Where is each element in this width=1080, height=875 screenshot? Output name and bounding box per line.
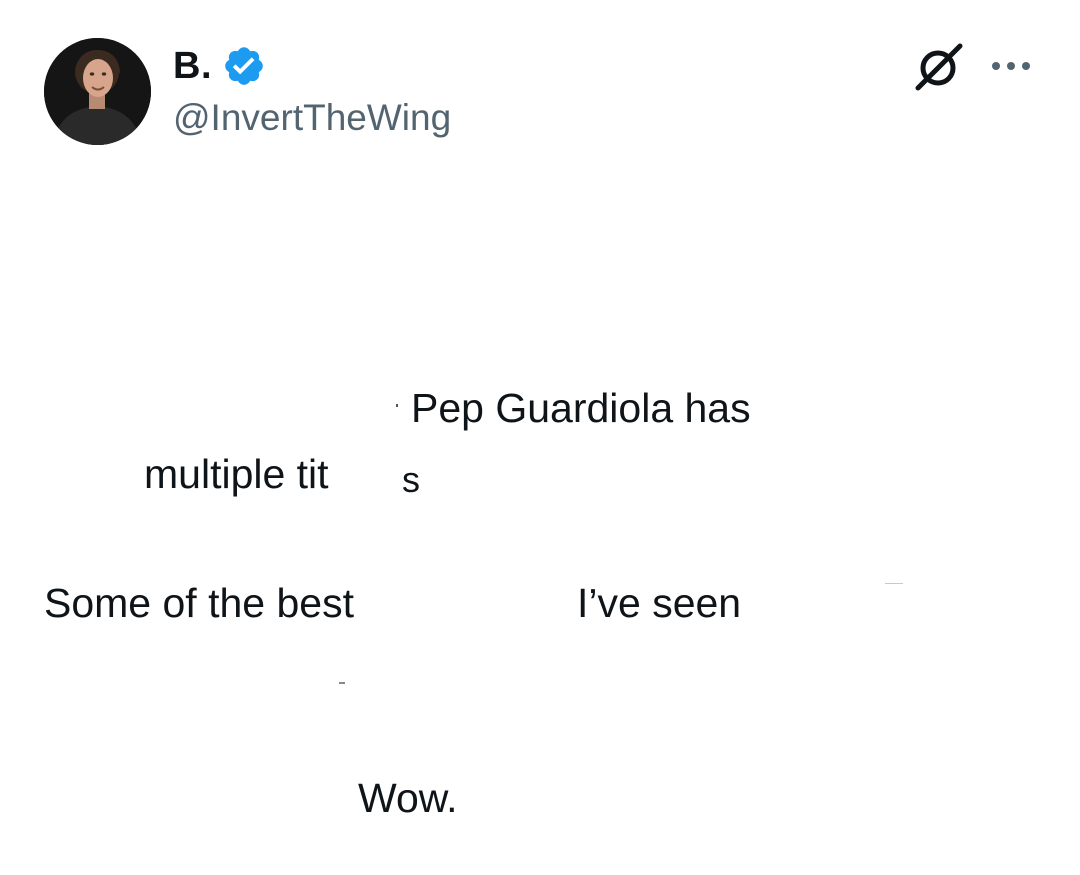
more-icon[interactable] [990,54,1032,78]
display-name[interactable]: B. [173,44,212,88]
grok-icon[interactable] [912,42,966,92]
tweet-text-line-4: Wow. [358,775,458,821]
profile-photo [44,38,151,145]
speck [396,404,398,407]
tweet-text-line-3a: Some of the best [44,580,354,626]
verified-badge-icon [222,44,266,88]
tweet-text-line-3b: I’ve seen [577,580,742,626]
speck [339,682,345,684]
avatar[interactable] [44,38,151,145]
user-handle[interactable]: @InvertTheWing [173,96,451,140]
tweet-text-line-2a: multiple tit [144,451,329,497]
tweet-text-line-1: Pep Guardiola has [411,385,751,431]
speck [885,583,903,584]
tweet-text-line-2b: s [402,459,420,500]
